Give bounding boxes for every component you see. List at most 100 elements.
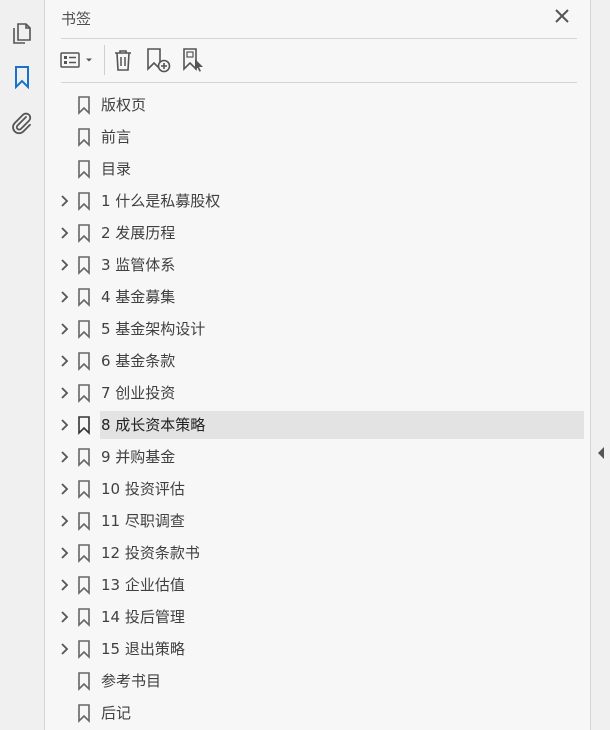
bookmark-label[interactable]: 1 什么是私募股权 (101, 185, 220, 217)
bookmark-icon (78, 576, 90, 595)
bookmark-icon (78, 384, 90, 403)
bookmark-label[interactable]: 4 基金募集 (101, 281, 175, 313)
options-menu-button[interactable] (59, 47, 94, 73)
bookmark-label[interactable]: 版权页 (101, 89, 146, 121)
bookmark-item[interactable]: 目录 (45, 153, 590, 185)
chevron-right-icon[interactable] (57, 578, 71, 592)
bookmark-label[interactable]: 前言 (101, 121, 131, 153)
bookmark-label[interactable]: 12 投资条款书 (101, 537, 200, 569)
bookmark-item[interactable]: 10 投资评估 (45, 473, 590, 505)
bookmark-item[interactable]: 14 投后管理 (45, 601, 590, 633)
bookmark-icon (78, 448, 90, 467)
paperclip-icon (12, 112, 32, 135)
page-thumbnails-button[interactable] (8, 18, 36, 46)
bookmark-item[interactable]: 3 监管体系 (45, 249, 590, 281)
bookmark-icon (15, 66, 29, 89)
bookmark-label[interactable]: 目录 (101, 153, 131, 185)
attachments-button[interactable] (8, 109, 36, 137)
chevron-right-icon[interactable] (57, 194, 71, 208)
bookmark-icon (78, 416, 90, 435)
bookmark-icon (78, 224, 90, 243)
add-bookmark-icon (147, 48, 171, 73)
bookmark-label[interactable]: 后记 (101, 697, 131, 729)
chevron-right-icon[interactable] (57, 514, 71, 528)
bookmark-icon (78, 544, 90, 563)
bookmark-icon (78, 128, 90, 147)
chevron-right-icon[interactable] (57, 610, 71, 624)
bookmark-label[interactable]: 7 创业投资 (101, 377, 175, 409)
bookmark-label[interactable]: 13 企业估值 (101, 569, 185, 601)
chevron-right-icon[interactable] (57, 450, 71, 464)
bookmark-label[interactable]: 15 退出策略 (101, 633, 185, 665)
chevron-right-icon[interactable] (57, 418, 71, 432)
bookmark-icon (78, 640, 90, 659)
collapse-arrow-icon[interactable] (597, 446, 605, 460)
bookmark-icon (78, 288, 90, 307)
bookmark-icon (78, 672, 90, 691)
bookmark-item[interactable]: 8 成长资本策略 (45, 409, 590, 441)
bookmark-icon (78, 704, 90, 723)
bookmark-label[interactable]: 5 基金架构设计 (101, 313, 205, 345)
list-options-icon (60, 52, 80, 68)
divider (61, 82, 577, 83)
new-bookmark-button[interactable] (145, 47, 171, 73)
close-icon[interactable] (553, 7, 571, 25)
bookmark-item[interactable]: 12 投资条款书 (45, 537, 590, 569)
bookmark-icon (78, 352, 90, 371)
bookmark-label[interactable]: 11 尽职调查 (101, 505, 185, 537)
trash-icon (115, 50, 131, 71)
delete-bookmark-button[interactable] (112, 47, 134, 73)
chevron-right-icon[interactable] (57, 354, 71, 368)
bookmark-label[interactable]: 14 投后管理 (101, 601, 185, 633)
bookmark-label[interactable]: 10 投资评估 (101, 473, 185, 505)
bookmark-from-selection-button[interactable] (181, 47, 207, 73)
bookmark-icon (78, 160, 90, 179)
chevron-right-icon[interactable] (57, 290, 71, 304)
bookmark-item[interactable]: 11 尽职调查 (45, 505, 590, 537)
chevron-down-icon (86, 58, 92, 62)
bookmark-item[interactable]: 9 并购基金 (45, 441, 590, 473)
bookmark-label[interactable]: 9 并购基金 (101, 441, 175, 473)
bookmark-item[interactable]: 后记 (45, 697, 590, 729)
bookmark-tree: 版权页 前言 目录 1 什么是私募股权 2 发展历程 3 监管体系 4 基金募集 5 基金架构… (45, 89, 590, 729)
bookmark-label[interactable]: 3 监管体系 (101, 249, 175, 281)
navigation-rail (0, 0, 45, 730)
bookmarks-panel: 书签 版权页 前言 目录 1 什么是私募股权 2 发展历程 3 监管体系 4 基… (45, 0, 590, 730)
bookmark-item[interactable]: 1 什么是私募股权 (45, 185, 590, 217)
bookmark-cursor-icon (183, 48, 203, 72)
chevron-right-icon[interactable] (57, 546, 71, 560)
divider (61, 38, 577, 39)
toolbar-separator (104, 45, 105, 75)
bookmark-icon (78, 96, 90, 115)
bookmark-icon (78, 608, 90, 627)
bookmark-item[interactable]: 5 基金架构设计 (45, 313, 590, 345)
bookmark-item[interactable]: 7 创业投资 (45, 377, 590, 409)
panel-title: 书签 (61, 10, 92, 28)
bookmark-label[interactable]: 8 成长资本策略 (101, 409, 205, 441)
bookmarks-button[interactable] (8, 63, 36, 91)
chevron-right-icon[interactable] (57, 258, 71, 272)
bookmark-icon (78, 480, 90, 499)
chevron-right-icon[interactable] (57, 642, 71, 656)
bookmark-item[interactable]: 参考书目 (45, 665, 590, 697)
copy-pages-icon (13, 23, 31, 44)
chevron-right-icon[interactable] (57, 322, 71, 336)
bookmark-label[interactable]: 参考书目 (101, 665, 161, 697)
chevron-right-icon[interactable] (57, 386, 71, 400)
chevron-right-icon[interactable] (57, 226, 71, 240)
bookmark-item[interactable]: 前言 (45, 121, 590, 153)
bookmark-item[interactable]: 版权页 (45, 89, 590, 121)
bookmark-icon (78, 256, 90, 275)
bookmark-item[interactable]: 13 企业估值 (45, 569, 590, 601)
bookmark-label[interactable]: 2 发展历程 (101, 217, 175, 249)
bookmark-icon (78, 512, 90, 531)
panel-collapse-strip[interactable] (590, 0, 610, 730)
chevron-right-icon[interactable] (57, 482, 71, 496)
bookmark-icon (78, 320, 90, 339)
bookmark-item[interactable]: 2 发展历程 (45, 217, 590, 249)
bookmark-item[interactable]: 6 基金条款 (45, 345, 590, 377)
bookmark-label[interactable]: 6 基金条款 (101, 345, 175, 377)
bookmark-item[interactable]: 15 退出策略 (45, 633, 590, 665)
bookmark-item[interactable]: 4 基金募集 (45, 281, 590, 313)
bookmark-icon (78, 192, 90, 211)
